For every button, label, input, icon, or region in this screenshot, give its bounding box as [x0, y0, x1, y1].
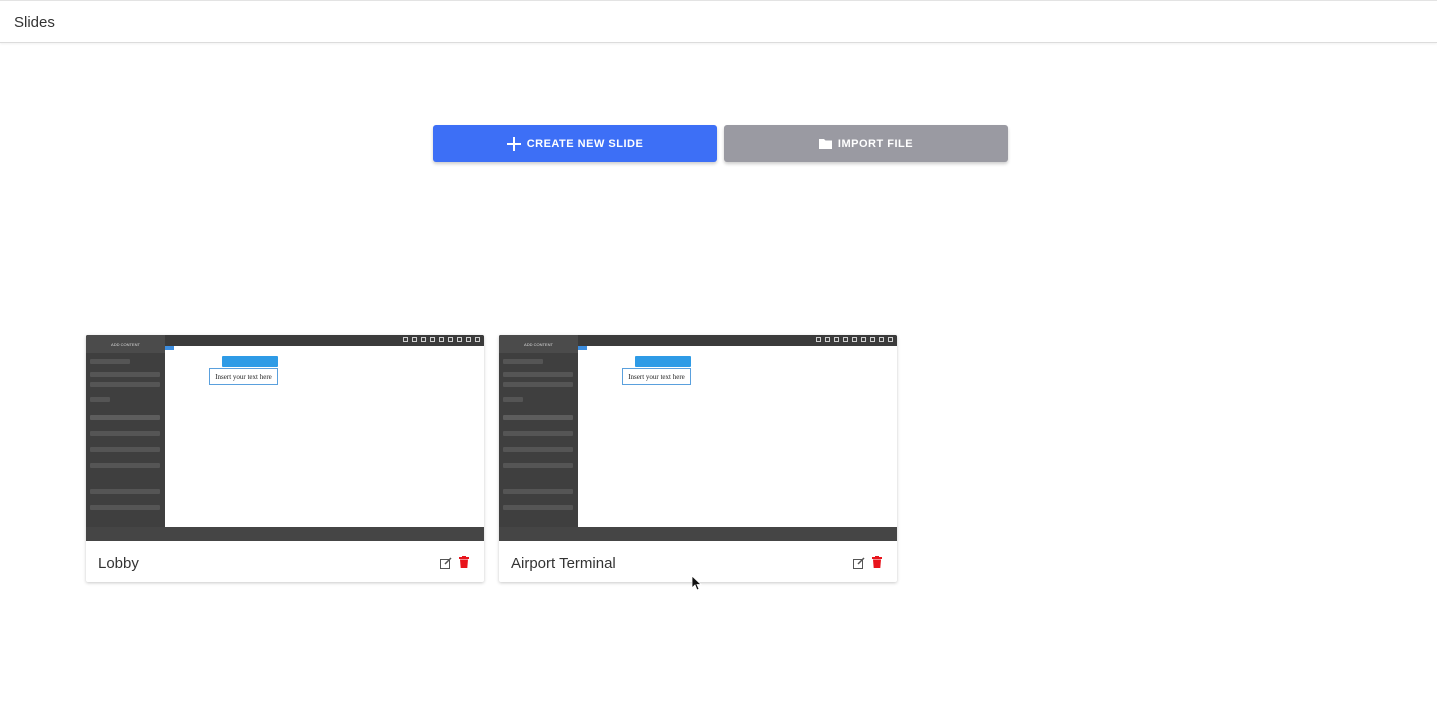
slide-name: Lobby	[98, 555, 139, 572]
slide-name: Airport Terminal	[511, 555, 616, 572]
slide-card[interactable]: ADD CONTENT Insert your text here Airpor…	[499, 335, 897, 582]
page-title: Slides	[14, 14, 55, 31]
app-header: Slides	[0, 0, 1437, 43]
plus-icon	[506, 136, 521, 151]
edit-icon[interactable]	[853, 556, 865, 574]
thumbnail-sidebar: ADD CONTENT	[86, 335, 165, 527]
mouse-cursor-icon	[691, 575, 703, 596]
thumbnail-toolbar	[578, 335, 897, 346]
thumbnail-toolbar	[165, 335, 484, 346]
thumbnail-add-content: ADD CONTENT	[499, 335, 578, 353]
trash-icon[interactable]	[459, 555, 469, 573]
slide-thumbnail[interactable]: ADD CONTENT Insert your text here	[499, 335, 897, 541]
thumbnail-canvas: Insert your text here	[165, 346, 484, 527]
slide-card[interactable]: ADD CONTENT Insert your text here Lobby	[86, 335, 484, 582]
thumbnail-add-content: ADD CONTENT	[86, 335, 165, 353]
create-new-slide-label: CREATE NEW SLIDE	[526, 137, 644, 150]
trash-icon[interactable]	[872, 555, 882, 573]
edit-icon[interactable]	[440, 556, 452, 574]
folder-icon	[818, 138, 832, 149]
slide-thumbnail[interactable]: ADD CONTENT Insert your text here	[86, 335, 484, 541]
thumbnail-sidebar: ADD CONTENT	[499, 335, 578, 527]
thumbnail-canvas: Insert your text here	[578, 346, 897, 527]
import-file-button[interactable]: IMPORT FILE	[724, 125, 1008, 162]
thumbnail-textbox: Insert your text here	[622, 368, 691, 385]
thumbnail-textbox: Insert your text here	[209, 368, 278, 385]
create-new-slide-button[interactable]: CREATE NEW SLIDE	[433, 125, 717, 162]
import-file-label: IMPORT FILE	[837, 137, 914, 150]
